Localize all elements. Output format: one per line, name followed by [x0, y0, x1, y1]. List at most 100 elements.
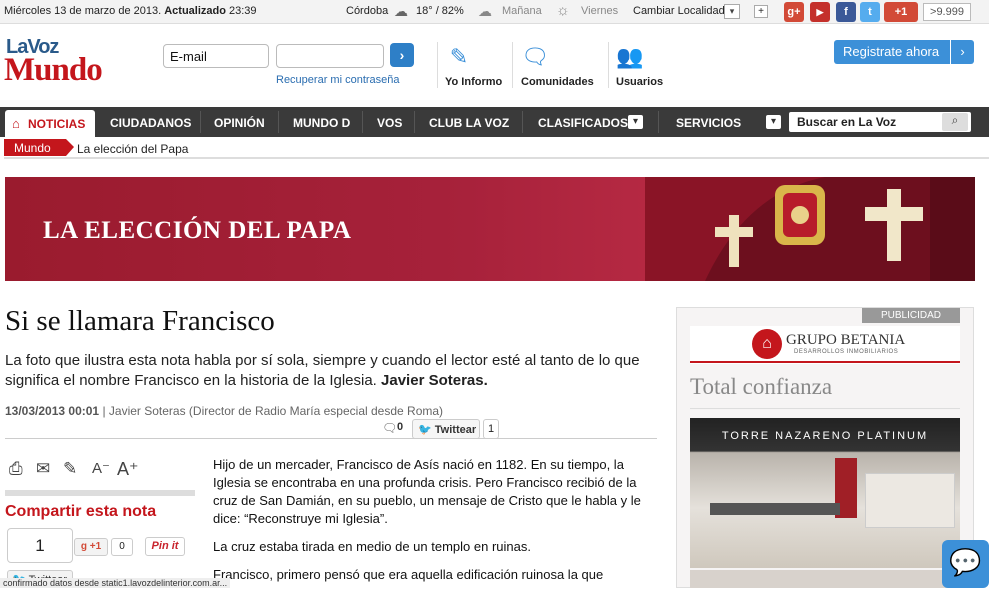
nav-item-servicios[interactable]: SERVICIOS: [676, 116, 741, 130]
browser-status-bar: confirmado datos desde static1.lavozdeli…: [0, 578, 231, 588]
share-title: Compartir esta nota: [5, 503, 157, 520]
change-location-label[interactable]: Cambiar Localidad: [633, 5, 725, 17]
rain-cloud-icon: ☁: [478, 3, 492, 19]
gplus-share-button[interactable]: g +1: [74, 538, 108, 556]
article-body: Hijo de un mercader, Francisco de Asís n…: [213, 456, 653, 594]
friday-label[interactable]: Viernes: [581, 5, 618, 17]
ad-headline: Total confianza: [690, 374, 833, 399]
nav-item-club-la-voz[interactable]: CLUB LA VOZ: [429, 116, 509, 130]
print-icon[interactable]: ⎙: [9, 459, 23, 479]
search-icon[interactable]: ⌕: [942, 113, 968, 131]
article-headline: Si se llamara Francisco: [5, 305, 275, 337]
chevron-down-icon[interactable]: ▾: [724, 4, 740, 19]
sun-icon: ☼: [556, 2, 570, 19]
article-date: 13/03/2013 00:01: [5, 404, 100, 418]
yo-informo-link[interactable]: Yo Informo: [445, 76, 502, 88]
pencil-icon[interactable]: ✎: [446, 44, 472, 69]
header-divider: [608, 42, 609, 88]
users-icon[interactable]: 👥: [616, 44, 643, 69]
nav-divider: [414, 111, 415, 133]
youtube-icon[interactable]: ▶: [810, 2, 830, 22]
ad-brand-logo[interactable]: ⌂ GRUPO BETANIA DESARROLLOS INMOBILIARIO…: [690, 326, 960, 364]
ad-label: PUBLICIDAD: [862, 308, 960, 323]
section-banner: LA ELECCIÓN DEL PAPA: [5, 177, 975, 281]
header-divider: [437, 42, 438, 88]
date-text: Miércoles 13 de marzo de 2013. Actualiza…: [4, 5, 257, 17]
comment-icon[interactable]: 🗨: [382, 421, 397, 435]
ad-torre-line: TORRE NAZARENO PLATINUM: [721, 430, 929, 442]
lead-author: Javier Soteras.: [381, 372, 488, 389]
nav-item-opinion[interactable]: OPINIÓN: [214, 116, 265, 130]
ad-brand-sub: DESARROLLOS INMOBILIARIOS: [794, 349, 899, 355]
article-paragraph: Hijo de un mercader, Francisco de Asís n…: [213, 457, 641, 526]
nav-item-mundo-d[interactable]: MUNDO D: [293, 116, 350, 130]
add-location-button[interactable]: +: [754, 5, 768, 18]
divider: [690, 408, 960, 409]
chevron-down-icon[interactable]: ▾: [766, 115, 781, 129]
nav-item-clasificados[interactable]: CLASIFICADOS: [538, 116, 628, 130]
divider: [4, 157, 989, 159]
banner-title: LA ELECCIÓN DEL PAPA: [43, 217, 352, 244]
gplus-count: >9.999: [923, 3, 971, 21]
weather-now: 18° / 82%: [416, 5, 464, 17]
ad-brand: GRUPO BETANIA: [786, 332, 906, 348]
chat-icon[interactable]: 💬: [942, 540, 989, 588]
ad-image-detail: [865, 473, 955, 528]
header-divider: [512, 42, 513, 88]
nav-divider: [522, 111, 523, 133]
twitter-icon: 🐦: [418, 424, 432, 436]
ad-image[interactable]: TORRE NAZARENO PLATINUM: [690, 418, 960, 568]
facebook-icon[interactable]: f: [836, 2, 856, 22]
register-button[interactable]: Registrate ahora ›: [834, 40, 974, 64]
share-count: 1: [7, 528, 73, 563]
decrease-font-icon[interactable]: A⁻: [92, 459, 110, 477]
main-nav: ⌂ NOTICIAS CIUDADANOS OPINIÓN MUNDO D VO…: [0, 107, 989, 137]
divider: [5, 490, 195, 496]
divider: [690, 361, 960, 363]
email-icon[interactable]: ✉: [36, 459, 50, 479]
pinterest-button[interactable]: Pin it: [145, 537, 185, 556]
usuarios-link[interactable]: Usuarios: [616, 76, 663, 88]
login-submit-button[interactable]: ›: [390, 43, 414, 67]
chevron-down-icon[interactable]: ▾: [628, 115, 643, 129]
tweet-button[interactable]: 🐦 Twittear: [412, 419, 480, 439]
nav-divider: [200, 111, 201, 133]
google-plus-icon[interactable]: g+: [784, 2, 804, 22]
city-label: Córdoba: [346, 5, 389, 17]
ad-image-detail: [710, 503, 840, 515]
nav-item-vos[interactable]: VOS: [377, 116, 402, 130]
article-byline: | Javier Soteras (Director de Radio Marí…: [102, 404, 444, 418]
article-lead: La foto que ilustra esta nota habla por …: [5, 352, 640, 389]
breadcrumb-section[interactable]: Mundo: [4, 139, 74, 156]
google-plus-one-button[interactable]: +1: [884, 2, 918, 22]
article-paragraph: La cruz estaba tirada en medio de un tem…: [213, 539, 531, 554]
nav-label: NOTICIAS: [28, 117, 86, 131]
gplus-share-count: 0: [111, 538, 133, 556]
comunidades-link[interactable]: Comunidades: [521, 76, 594, 88]
nav-item-noticias[interactable]: ⌂ NOTICIAS: [5, 110, 95, 137]
nav-divider: [658, 111, 659, 133]
divider: [5, 438, 657, 439]
papal-vestment-image: [645, 177, 975, 281]
tweet-count: 1: [483, 419, 499, 439]
logo-mundo[interactable]: Mundo: [4, 52, 103, 89]
twitter-icon[interactable]: t: [860, 2, 880, 22]
ad-image-bottom: [690, 570, 960, 588]
brand-logo-icon: ⌂: [752, 329, 782, 359]
breadcrumb-page[interactable]: La elección del Papa: [77, 142, 188, 156]
article-paragraph: Francisco, primero pensó que era aquella…: [213, 567, 604, 582]
speech-bubble-icon[interactable]: 🗨: [521, 44, 549, 69]
comment-count: 0: [397, 421, 404, 433]
increase-font-icon[interactable]: A⁺: [117, 459, 139, 480]
breadcrumb: Mundo La elección del Papa: [0, 137, 989, 161]
tomorrow-label[interactable]: Mañana: [502, 5, 542, 17]
recover-password-link[interactable]: Recuperar mi contraseña: [276, 74, 400, 86]
nav-divider: [362, 111, 363, 133]
nav-divider: [278, 111, 279, 133]
nav-item-ciudadanos[interactable]: CIUDADANOS: [110, 116, 191, 130]
password-field[interactable]: [276, 44, 384, 68]
chevron-right-icon: ›: [950, 40, 974, 64]
article-meta: 13/03/2013 00:01 | Javier Soteras (Direc…: [5, 404, 443, 418]
email-field[interactable]: E-mail: [163, 44, 269, 68]
edit-icon[interactable]: ✎: [63, 459, 77, 479]
